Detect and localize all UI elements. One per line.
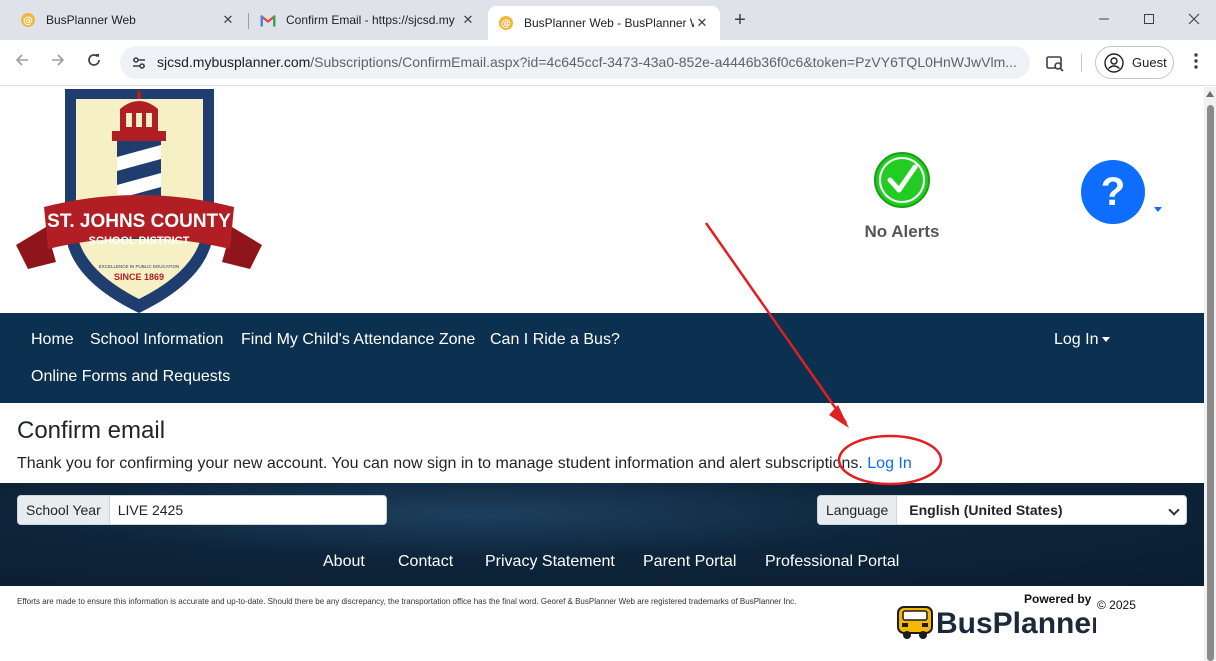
annotation-arrowhead-icon xyxy=(829,405,849,428)
tab-separator xyxy=(248,13,249,29)
alerts-label: No Alerts xyxy=(864,222,940,241)
footer-link-about[interactable]: About xyxy=(323,553,365,571)
school-year-label: School Year xyxy=(18,496,110,524)
minimize-window-button[interactable] xyxy=(1084,8,1124,32)
svg-text:@: @ xyxy=(501,19,511,30)
logo-since: SINCE 1869 xyxy=(114,272,164,282)
scroll-up-arrow-icon[interactable] xyxy=(1206,91,1214,97)
url-host: sjcsd.mybusplanner.com xyxy=(157,54,311,70)
language-select[interactable]: English (United States) xyxy=(897,496,1186,524)
close-window-button[interactable] xyxy=(1174,8,1214,32)
scrollbar-thumb[interactable] xyxy=(1207,105,1214,661)
school-year-input[interactable]: LIVE 2425 xyxy=(110,496,386,524)
url-path: /Subscriptions/ConfirmEmail.aspx?id=4c64… xyxy=(310,54,1017,70)
footer-link-privacy[interactable]: Privacy Statement xyxy=(485,553,615,571)
reload-icon xyxy=(88,54,100,66)
nav-can-i-ride-a-bus[interactable]: Can I Ride a Bus? xyxy=(490,331,620,349)
close-tab-icon[interactable]: ✕ xyxy=(220,12,236,28)
tab-title: BusPlanner Web - BusPlanner W xyxy=(524,16,694,30)
maximize-icon xyxy=(1144,14,1154,24)
page-scrollbar[interactable] xyxy=(1204,87,1216,661)
checkmark-circle-icon xyxy=(874,152,930,208)
browser-toolbar: sjcsd.mybusplanner.com/Subscriptions/Con… xyxy=(0,40,1216,86)
language-label: Language xyxy=(818,496,898,524)
copyright-text: © 2025 xyxy=(1097,598,1136,612)
nav-school-information[interactable]: School Information xyxy=(90,331,223,349)
new-tab-button[interactable]: + xyxy=(730,8,750,32)
more-vertical-icon xyxy=(1194,53,1198,69)
url-text: sjcsd.mybusplanner.com/Subscriptions/Con… xyxy=(157,54,1017,70)
chevron-down-icon xyxy=(1168,504,1180,516)
maximize-window-button[interactable] xyxy=(1129,8,1169,32)
school-year-field[interactable]: School Year LIVE 2425 xyxy=(17,495,387,525)
forward-button[interactable] xyxy=(46,51,70,75)
nav-login-label: Log In xyxy=(1054,331,1099,348)
browser-menu-button[interactable] xyxy=(1186,51,1206,75)
help-dropdown-caret-icon[interactable] xyxy=(1154,207,1162,212)
message-text: Thank you for confirming your new accoun… xyxy=(17,455,863,472)
address-bar[interactable]: sjcsd.mybusplanner.com/Subscriptions/Con… xyxy=(120,46,1030,79)
nav-attendance-zone[interactable]: Find My Child's Attendance Zone xyxy=(241,331,475,349)
site-settings-icon[interactable] xyxy=(130,54,148,72)
page-title: Confirm email xyxy=(17,417,166,444)
footer-link-contact[interactable]: Contact xyxy=(398,553,453,571)
svg-text:@: @ xyxy=(23,16,33,27)
browser-tab-strip: @ BusPlanner Web ✕ Confirm Email - https… xyxy=(0,0,1216,40)
footer-links: About Contact Privacy Statement Parent P… xyxy=(0,553,1204,577)
chevron-down-icon xyxy=(1102,337,1111,343)
busplanner-brand-text: BusPlanner xyxy=(936,607,1096,640)
browser-tab-1[interactable]: @ BusPlanner Web ✕ xyxy=(10,6,246,34)
logo-line2: SCHOOL DISTRICT xyxy=(89,235,190,247)
footer-link-professional-portal[interactable]: Professional Portal xyxy=(765,553,899,571)
close-window-icon xyxy=(1188,13,1200,25)
busplanner-favicon-icon: @ xyxy=(20,12,36,28)
web-page: ST. JOHNS COUNTY SCHOOL DISTRICT EXCELLE… xyxy=(0,87,1204,661)
footer-link-parent-portal[interactable]: Parent Portal xyxy=(643,553,736,571)
busplanner-logo[interactable]: BusPlanner xyxy=(896,599,1096,641)
browser-tab-2[interactable]: Confirm Email - https://sjcsd.my ✕ xyxy=(250,6,486,34)
tab-title: BusPlanner Web xyxy=(46,13,136,27)
nav-home[interactable]: Home xyxy=(31,331,74,349)
profile-button[interactable]: Guest xyxy=(1095,46,1174,79)
profile-label: Guest xyxy=(1132,55,1167,70)
toolbar-divider xyxy=(1081,54,1082,72)
minimize-icon xyxy=(1099,18,1109,20)
nav-online-forms[interactable]: Online Forms and Requests xyxy=(31,368,230,386)
arrow-right-icon xyxy=(52,54,65,66)
browser-tab-3-active[interactable]: @ BusPlanner Web - BusPlanner W ✕ xyxy=(488,6,720,40)
reload-button[interactable] xyxy=(82,51,106,75)
profile-avatar-icon xyxy=(1104,52,1124,73)
logo-motto: EXCELLENCE IN PUBLIC EDUCATION xyxy=(99,264,179,269)
logo-line1: ST. JOHNS COUNTY xyxy=(47,211,231,232)
login-link[interactable]: Log In xyxy=(867,455,911,472)
nav-login-dropdown[interactable]: Log In xyxy=(1054,331,1111,349)
language-selected-value: English (United States) xyxy=(909,502,1063,518)
disclaimer-text: Efforts are made to ensure this informat… xyxy=(17,597,797,606)
tab-title: Confirm Email - https://sjcsd.my xyxy=(286,13,455,27)
alerts-indicator[interactable]: No Alerts xyxy=(852,151,952,242)
confirmation-message: Thank you for confirming your new accoun… xyxy=(17,455,912,473)
help-button[interactable]: ? xyxy=(1081,160,1145,224)
main-navigation: Home School Information Find My Child's … xyxy=(0,313,1204,403)
language-field[interactable]: Language English (United States) xyxy=(817,495,1187,525)
back-button[interactable] xyxy=(10,51,34,75)
close-tab-icon[interactable]: ✕ xyxy=(460,12,476,28)
lens-search-icon[interactable] xyxy=(1044,52,1066,74)
arrow-left-icon xyxy=(15,54,28,66)
close-tab-icon[interactable]: ✕ xyxy=(694,15,710,31)
busplanner-favicon-icon: @ xyxy=(498,15,514,31)
district-logo[interactable]: ST. JOHNS COUNTY SCHOOL DISTRICT EXCELLE… xyxy=(16,87,262,315)
gmail-favicon-icon xyxy=(260,12,276,28)
